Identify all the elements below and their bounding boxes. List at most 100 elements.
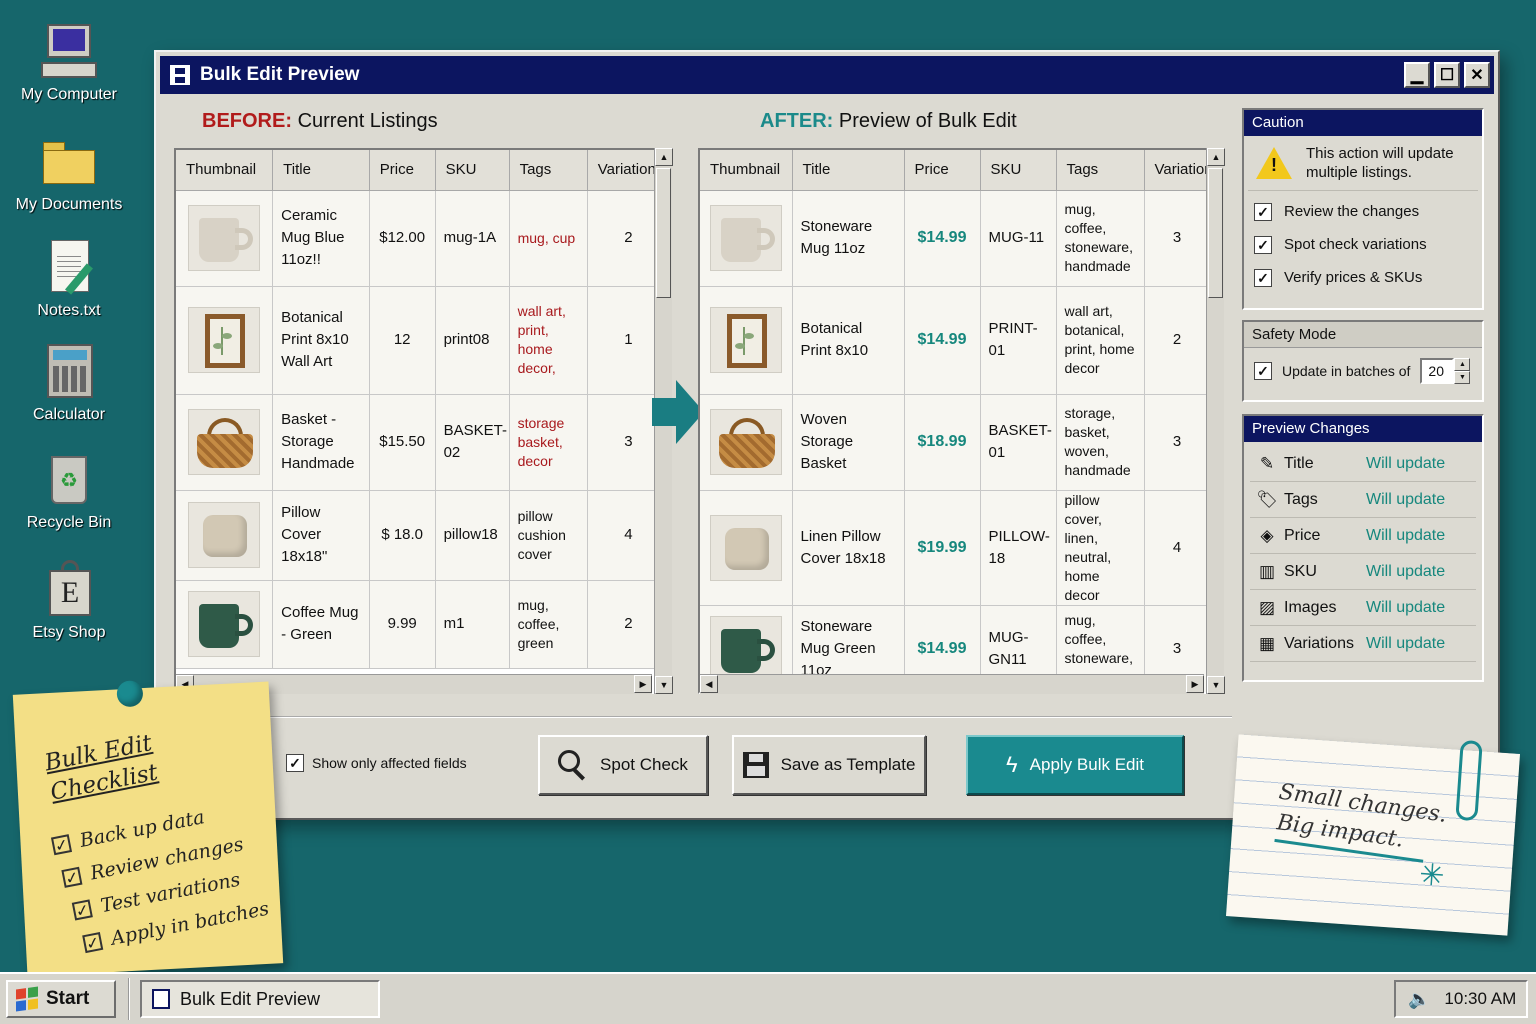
table-row[interactable]: Stoneware Mug 11oz $14.99 MUG-11 mug, coffe…: [700, 190, 1206, 287]
table-row[interactable]: Botanical Print 8x10 $14.99 PRINT-01 wall a…: [700, 286, 1206, 395]
after-col-header-title[interactable]: Title: [792, 150, 905, 191]
batch-size-stepper[interactable]: ▲ ▼: [1454, 358, 1471, 384]
after-col-header-tags[interactable]: Tags: [1056, 150, 1145, 191]
table-row[interactable]: Woven Storage Basket $18.99 BASKET-01 stora…: [700, 394, 1206, 491]
scroll-thumb[interactable]: [1208, 168, 1223, 298]
cell-price-text: $15.50: [379, 433, 426, 450]
scroll-left-icon[interactable]: ◀: [700, 675, 718, 693]
caution-check-item[interactable]: ✓ Verify prices & SKUs: [1244, 261, 1482, 294]
caution-check-item[interactable]: ✓ Review the changes: [1244, 195, 1482, 228]
scroll-down-icon[interactable]: ▼: [1207, 676, 1225, 694]
after-col-header-price[interactable]: Price: [904, 150, 981, 191]
footer-divider: [252, 716, 1232, 718]
safety-mode-panel: Safety Mode ✓ Update in batches of 20 ▲ …: [1242, 320, 1484, 402]
star-icon: ✳: [1418, 857, 1446, 895]
before-col-header-thumbnail[interactable]: Thumbnail: [176, 150, 274, 191]
desktop-icon-recycle-bin[interactable]: ♻ Recycle Bin: [14, 450, 124, 532]
cell-title: Pillow Cover 18x18": [272, 490, 370, 581]
scroll-thumb[interactable]: [656, 168, 671, 298]
cell-variations-text: 2: [624, 229, 633, 246]
apply-bulk-edit-button[interactable]: ϟ Apply Bulk Edit: [966, 735, 1184, 795]
cell-tags-text: storage basket, decor: [517, 414, 565, 469]
spot-check-button[interactable]: Spot Check: [538, 735, 708, 795]
cell-title: Botanical Print 8x10 Wall Art: [272, 286, 370, 395]
before-col-header-price[interactable]: Price: [369, 150, 436, 191]
sticky-title: Bulk Edit Checklist: [42, 730, 160, 806]
cell-tags: pillow cushion cover: [509, 490, 588, 581]
taskbar-item-bulk-edit[interactable]: Bulk Edit Preview: [140, 980, 380, 1018]
start-button[interactable]: Start: [6, 980, 116, 1018]
after-col-header-thumbnail[interactable]: Thumbnail: [700, 150, 793, 191]
scroll-right-icon[interactable]: ▶: [634, 675, 652, 693]
cell-variations-text: 3: [1172, 433, 1182, 450]
show-affected-checkbox[interactable]: ✓: [286, 754, 304, 772]
checkbox-checked-icon: ✓: [71, 899, 93, 921]
product-thumbnail: [709, 307, 782, 373]
product-thumbnail: [188, 502, 261, 568]
title-bar[interactable]: Bulk Edit Preview ▁ ☐ ✕: [160, 56, 1494, 94]
cell-sku-text: PILLOW-18: [988, 527, 1050, 567]
table-row[interactable]: Ceramic Mug Blue 11oz!! $12.00 mug-1A mug, …: [176, 190, 670, 287]
cell-sku: mug-1A: [435, 190, 510, 287]
desktop-icon-etsy-shop[interactable]: E Etsy Shop: [14, 560, 124, 642]
table-row[interactable]: Pillow Cover 18x18" $ 18.0 pillow18 pillow …: [176, 490, 670, 581]
after-col-header-sku[interactable]: SKU: [980, 150, 1057, 191]
save-as-template-button[interactable]: Save as Template: [732, 735, 926, 795]
cell-variations-text: 2: [1172, 331, 1182, 348]
cell-price: $15.50: [369, 394, 436, 491]
cell-variations: 3: [1144, 394, 1206, 491]
cell-title-text: Woven Storage Basket: [800, 411, 854, 472]
scroll-up-icon[interactable]: ▲: [655, 148, 673, 166]
checkbox[interactable]: ✓: [1254, 268, 1272, 287]
minimize-button[interactable]: ▁: [1404, 62, 1430, 88]
cell-tags-text: storage, basket, woven, handmade: [1064, 405, 1131, 478]
cell-title-text: Botanical Print 8x10: [800, 320, 869, 359]
cell-price-text: $14.99: [917, 640, 967, 657]
checkbox[interactable]: ✓: [1254, 202, 1272, 221]
save-as-template-label: Save as Template: [780, 755, 916, 774]
start-label: Start: [46, 988, 90, 1009]
pushpin-icon: [116, 680, 144, 708]
after-col-header-variations[interactable]: Variations: [1144, 150, 1206, 191]
warning-icon: !: [1256, 147, 1292, 179]
before-col-header-title[interactable]: Title: [272, 150, 370, 191]
after-horizontal-scrollbar[interactable]: ◀ ▶: [700, 674, 1204, 694]
before-col-header-sku[interactable]: SKU: [435, 150, 510, 191]
table-row[interactable]: Botanical Print 8x10 Wall Art 12 print08 wa…: [176, 286, 670, 395]
stepper-down-icon[interactable]: ▼: [1454, 371, 1471, 384]
maximize-button[interactable]: ☐: [1434, 62, 1460, 88]
after-heading: AFTER: Preview of Bulk Edit: [760, 110, 1017, 133]
cell-sku-text: pillow18: [443, 526, 498, 543]
stepper-up-icon[interactable]: ▲: [1454, 358, 1471, 371]
speaker-icon[interactable]: 🔈: [1408, 989, 1430, 1010]
scroll-down-icon[interactable]: ▼: [655, 676, 673, 694]
cell-price-text: $ 18.0: [381, 526, 424, 543]
caution-check-item[interactable]: ✓ Spot check variations: [1244, 228, 1482, 261]
scroll-right-icon[interactable]: ▶: [1186, 675, 1204, 693]
show-affected-option[interactable]: ✓ Show only affected fields: [286, 754, 467, 772]
window-title: Bulk Edit Preview: [200, 64, 360, 85]
table-row[interactable]: Linen Pillow Cover 18x18 $19.99 PILLOW-18 p…: [700, 490, 1206, 606]
tag-icon: 🏷: [1256, 489, 1278, 509]
table-row[interactable]: Basket -Storage Handmade $15.50 BASKET-02 s…: [176, 394, 670, 491]
before-col-header-tags[interactable]: Tags: [509, 150, 588, 191]
cell-thumbnail: [700, 490, 793, 606]
before-table[interactable]: Thumbnail Title Price SKU Tags Variations Cer…: [174, 148, 672, 694]
desktop-icon-my-documents[interactable]: My Documents: [14, 132, 124, 214]
batch-checkbox[interactable]: ✓: [1254, 362, 1272, 380]
checkbox[interactable]: ✓: [1254, 235, 1272, 254]
before-label: BEFORE:: [202, 110, 292, 132]
desktop-icon-my-computer[interactable]: My Computer: [14, 22, 124, 104]
cell-sku-text: PRINT-01: [988, 320, 1038, 359]
batch-size-input[interactable]: 20: [1420, 358, 1455, 384]
after-table[interactable]: ThumbnailTitlePriceSKUTagsVariations Sto…: [698, 148, 1208, 694]
change-field-name: Title: [1284, 454, 1314, 472]
close-button[interactable]: ✕: [1464, 62, 1490, 88]
cell-title-text: Botanical Print 8x10 Wall Art: [281, 309, 349, 370]
scroll-up-icon[interactable]: ▲: [1207, 148, 1225, 166]
before-title: Current Listings: [297, 110, 438, 132]
after-vertical-scrollbar[interactable]: ▲ ▼: [1206, 148, 1225, 694]
desktop-icon-calculator[interactable]: Calculator: [14, 342, 124, 424]
table-row[interactable]: Coffee Mug - Green 9.99 m1 mug, coffee, gre…: [176, 580, 670, 669]
desktop-icon-notes[interactable]: Notes.txt: [14, 238, 124, 320]
